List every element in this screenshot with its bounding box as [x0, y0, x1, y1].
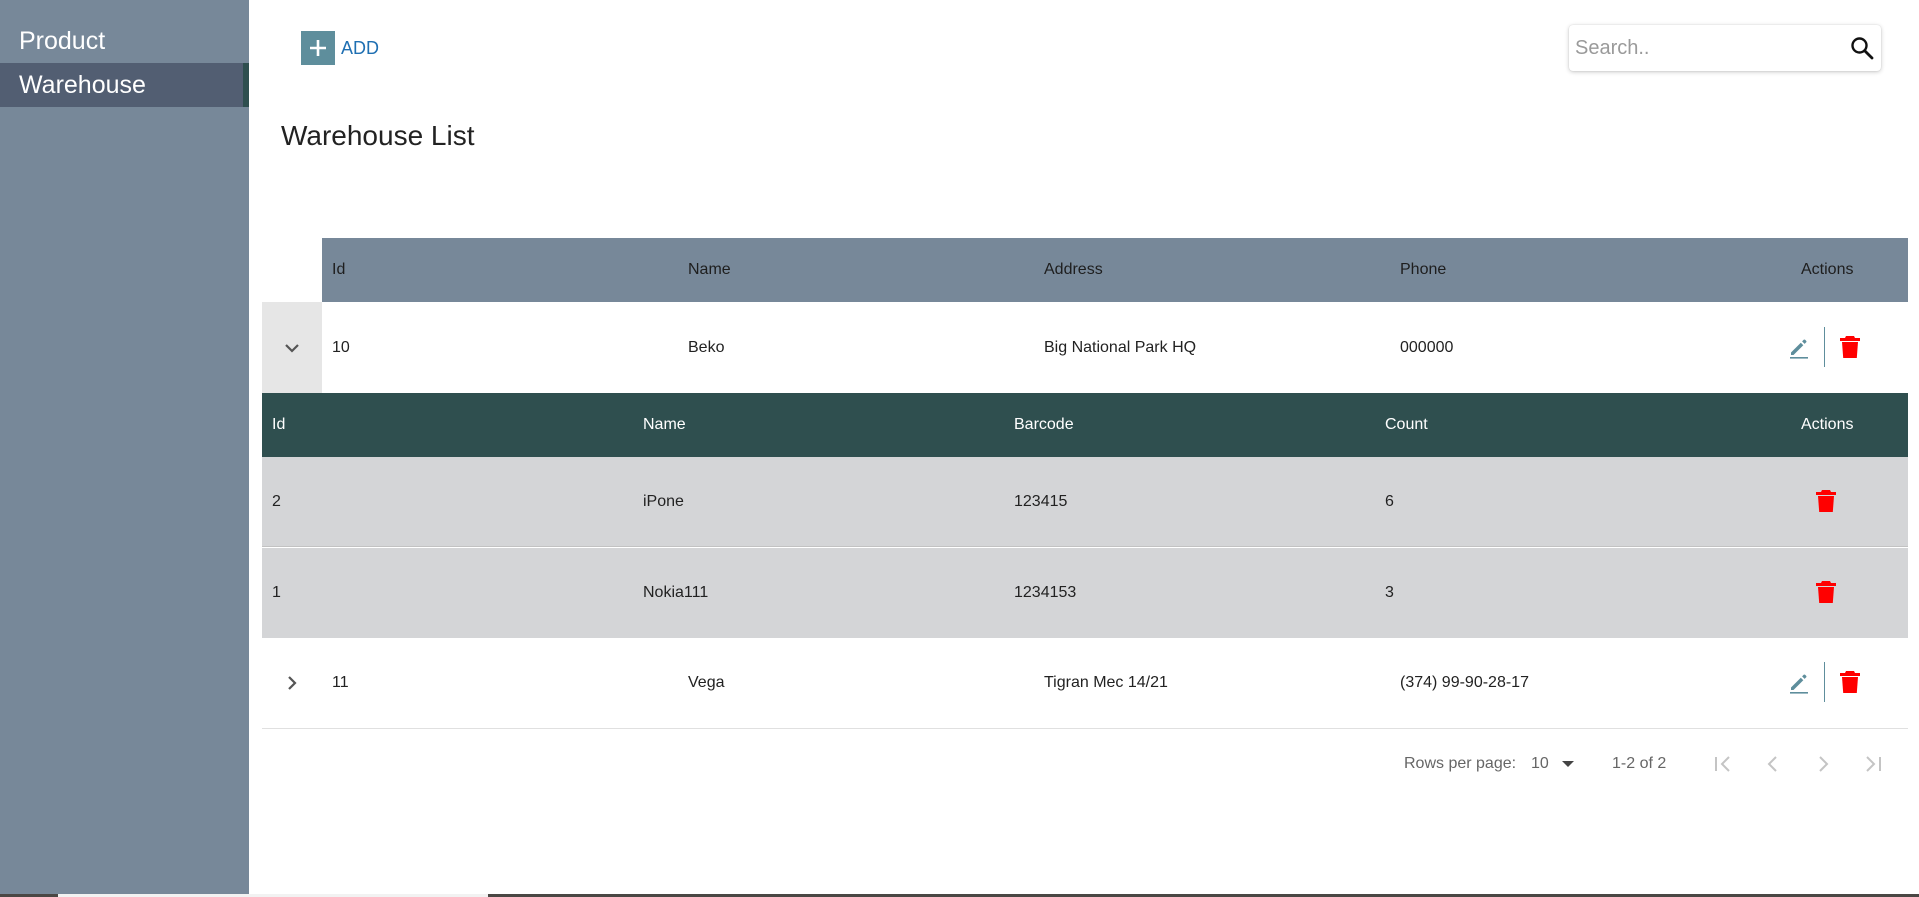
action-divider — [1824, 327, 1825, 367]
search-box — [1569, 25, 1881, 71]
delete-icon[interactable] — [1814, 488, 1838, 514]
chevron-down-icon — [285, 343, 299, 353]
expand-row-button[interactable] — [262, 638, 322, 728]
caret-down-icon — [1561, 761, 1574, 767]
cell-id: 2 — [272, 493, 281, 510]
cell-name: Nokia111 — [643, 584, 709, 601]
product-table-header: Id Name Barcode Count Actions — [262, 393, 1908, 457]
rows-per-page-label: Rows per page: — [1404, 755, 1517, 772]
column-header-address[interactable]: Address — [1044, 238, 1103, 302]
rows-per-page-select[interactable]: 10 — [1531, 750, 1575, 778]
cell-address: Tigran Mec 14/21 — [1044, 674, 1168, 691]
add-button[interactable]: ADD — [301, 31, 379, 65]
collapse-row-button[interactable] — [262, 302, 322, 393]
column-header-actions: Actions — [1801, 261, 1854, 278]
column-header-id[interactable]: Id — [332, 238, 345, 302]
cell-name: iPone — [643, 493, 684, 510]
table-row: 1 Nokia111 1234153 3 — [262, 548, 1908, 638]
sub-column-header-actions: Actions — [1801, 416, 1854, 433]
cell-id: 10 — [332, 339, 350, 356]
last-page-icon[interactable] — [1859, 750, 1887, 778]
first-page-icon[interactable] — [1709, 750, 1737, 778]
table-row: 10 Beko Big National Park HQ 000000 — [262, 302, 1908, 393]
table-row: 2 iPone 123415 6 — [262, 457, 1908, 547]
next-page-icon[interactable] — [1809, 750, 1837, 778]
cell-name: Beko — [688, 339, 725, 356]
rows-per-page-value: 10 — [1531, 755, 1549, 772]
page-title: Warehouse List — [281, 120, 475, 151]
sidebar: Product Warehouse — [0, 0, 249, 897]
table-row: 11 Vega Tigran Mec 14/21 (374) 99-90-28-… — [262, 638, 1908, 729]
add-button-label: ADD — [341, 37, 380, 58]
cell-phone: 000000 — [1400, 339, 1454, 356]
plus-icon — [301, 31, 335, 65]
column-header-phone[interactable]: Phone — [1400, 238, 1446, 302]
cell-phone: (374) 99-90-28-17 — [1400, 674, 1529, 691]
delete-icon[interactable] — [1814, 579, 1838, 605]
chevron-right-icon — [288, 676, 297, 690]
cell-barcode: 123415 — [1014, 493, 1068, 510]
sidebar-item-product[interactable]: Product — [0, 19, 249, 63]
cell-id: 1 — [272, 584, 281, 601]
cell-count: 3 — [1385, 584, 1394, 601]
sub-column-header-barcode[interactable]: Barcode — [1014, 393, 1074, 457]
cell-barcode: 1234153 — [1014, 584, 1077, 601]
cell-address: Big National Park HQ — [1044, 339, 1197, 356]
cell-count: 6 — [1385, 493, 1394, 510]
pagination-range: 1-2 of 2 — [1612, 755, 1667, 772]
action-divider — [1824, 662, 1825, 702]
delete-icon[interactable] — [1838, 669, 1862, 695]
sub-column-header-count[interactable]: Count — [1385, 393, 1428, 457]
previous-page-icon[interactable] — [1759, 750, 1787, 778]
sub-column-header-name[interactable]: Name — [643, 393, 686, 457]
edit-icon[interactable] — [1786, 334, 1812, 360]
cell-name: Vega — [688, 674, 725, 691]
search-input[interactable] — [1575, 25, 1835, 71]
sidebar-item-warehouse[interactable]: Warehouse — [0, 63, 249, 107]
sub-column-header-id[interactable]: Id — [272, 393, 285, 457]
warehouse-table-header: Id Name Address Phone Actions — [322, 238, 1908, 302]
column-header-name[interactable]: Name — [688, 238, 731, 302]
delete-icon[interactable] — [1838, 334, 1862, 360]
edit-icon[interactable] — [1786, 669, 1812, 695]
search-icon[interactable] — [1849, 35, 1875, 61]
cell-id: 11 — [332, 674, 349, 691]
